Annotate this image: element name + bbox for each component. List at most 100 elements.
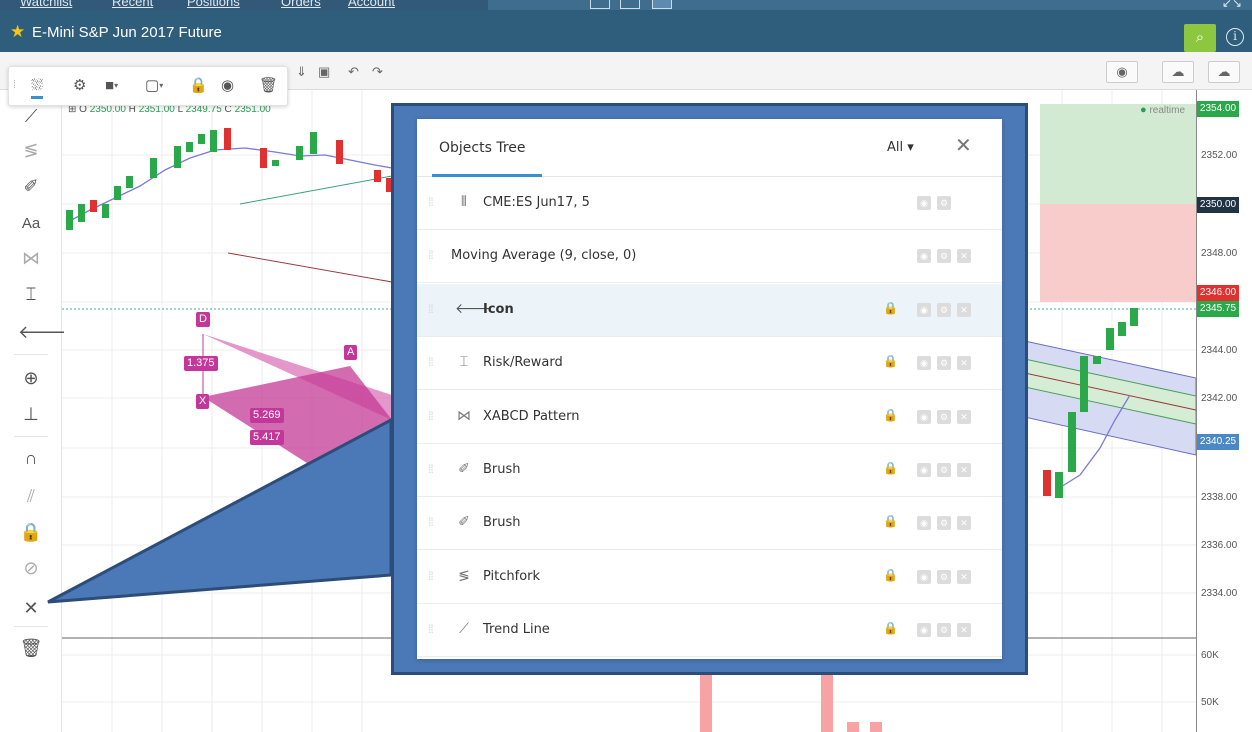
hide-drawings-icon[interactable]: ⊘ [18,556,44,580]
tree-row[interactable]: ⁞⁞ ⫴ CME:ES Jun17, 5 ◉ ⚙ [417,177,1002,230]
trend-line-tool-icon[interactable]: ⟋ [18,104,44,128]
visibility-toggle-icon[interactable]: ◉ [917,356,931,371]
remove-icon[interactable]: ✕ [957,516,971,531]
clone-icon[interactable]: ▢▾ [145,77,163,94]
settings-icon[interactable]: ⚙ [937,356,951,371]
magnet-icon[interactable]: ∩ [18,446,44,470]
lock-icon[interactable]: 🔒 [883,514,898,528]
settings-icon[interactable]: ⚙ [937,463,951,477]
brush-tool-icon[interactable]: ✐ [18,174,44,198]
drag-handle-icon[interactable]: ⁞⁞ [428,409,434,423]
tree-row-label: Moving Average (9, close, 0) [451,248,637,264]
lock-icon[interactable]: 🔒 [883,408,898,422]
visibility-toggle-icon[interactable]: ◉ [917,463,931,477]
risk-zone [1040,204,1196,302]
settings-icon[interactable]: ⚙ [937,516,951,531]
objects-tree-panel: Objects Tree All ▾ ✕ ⁞⁞ ⫴ CME:ES Jun17, 5 ◉… [417,119,1002,659]
visibility-toggle-icon[interactable]: ◉ [917,302,931,317]
visibility-toggle-icon[interactable]: ◉ [917,623,931,638]
drag-handle-icon[interactable]: ⁞⁞ [428,569,434,583]
tree-row[interactable]: ⁞⁞ ⋈ XABCD Pattern 🔒 ◉ ⚙ ✕ [417,391,1002,444]
tree-row[interactable]: ⁞⁞ ✐ Brush 🔒 ◉ ⚙ ✕ [417,497,1002,551]
lock-drawings-icon[interactable]: 🔒 [18,520,44,544]
settings-icon[interactable]: ⚙ [937,409,951,424]
settings-icon[interactable]: ⚙ [937,302,951,317]
lock-icon[interactable]: 🔒 [189,78,208,94]
arrow-icon-tool[interactable]: 🡐 [18,320,66,344]
drag-handle-icon[interactable]: ⁞⁞ [428,248,434,262]
remove-icon[interactable]: ✕ [957,302,971,317]
settings-gear-icon[interactable]: ⚙ [73,78,86,94]
visibility-toggle-icon[interactable]: ◉ [917,249,931,264]
drag-handle-icon[interactable]: ⁞⁞ [428,355,434,369]
drag-handle-icon[interactable]: ⁞⁞ [428,195,434,209]
price-axis[interactable] [1196,90,1252,732]
settings-icon[interactable]: ⚙ [937,569,951,584]
realtime-dot-icon: ● [1140,104,1147,116]
lock-icon[interactable]: 🔒 [883,621,898,635]
visibility-eye-icon[interactable]: ◉ [221,78,234,94]
remove-icon[interactable]: ✕ [957,623,971,638]
drag-handle-icon[interactable]: ⁞ [13,79,16,91]
tree-row[interactable]: ⁞⁞ 🡐 Icon 🔒 ◉ ⚙ ✕ [417,283,1002,337]
measure-ruler-icon[interactable]: ⊥ [18,402,44,426]
tree-row[interactable]: ⁞⁞ Moving Average (9, close, 0) ◉ ⚙ ✕ [417,230,1002,284]
risk-reward-icon: ⌶ [459,353,469,370]
pattern-ratio-3: 5.417 [250,430,284,445]
drag-handle-icon[interactable]: ⁞⁞ [428,622,434,636]
tree-row[interactable]: ⁞⁞ ⌶ Risk/Reward 🔒 ◉ ⚙ ✕ [417,337,1002,391]
price-tick: 2344.00 [1201,345,1238,356]
arrow-left-icon: 🡐 [455,299,493,316]
line-color-icon[interactable]: ■▾ [105,77,118,94]
pattern-ratio-1: 1.375 [184,356,218,371]
filter-dropdown[interactable]: All ▾ [887,140,914,155]
trash-icon[interactable]: 🗑 [18,636,44,660]
visibility-toggle-icon[interactable]: ◉ [917,196,931,210]
measure-tool-icon[interactable]: ⌶ [18,282,44,306]
remove-icon[interactable]: ✕ [957,249,971,264]
settings-icon[interactable]: ⚙ [937,249,951,264]
remove-icon[interactable]: ✕ [957,409,971,424]
price-badge-2350: 2350.00 [1197,197,1239,213]
xabcd-pattern-icon: ⋈ [457,406,471,423]
settings-icon[interactable]: ⚙ [937,623,951,638]
realtime-indicator: ● realtime [1140,104,1185,116]
volume-tick: 60K [1201,650,1219,661]
reward-zone [1040,104,1196,204]
objects-tree-header: Objects Tree All ▾ ✕ [417,119,1002,177]
visibility-toggle-icon[interactable]: ◉ [917,409,931,424]
brush-icon: ✐ [458,460,470,476]
zoom-in-icon[interactable]: ⊕ [18,366,44,390]
tree-row[interactable]: ⁞⁞ ⟋ Trend Line 🔒 ◉ ⚙ ✕ [417,604,1002,658]
pattern-ratio-2: 5.269 [250,408,284,423]
lock-icon[interactable]: 🔒 [883,301,898,315]
remove-icon[interactable]: ✕ [957,356,971,371]
text-tool-icon[interactable]: Aa [18,212,44,236]
pitchfork-tool-icon[interactable]: ≶ [18,138,44,162]
remove-icon[interactable]: ✕ [957,463,971,477]
remove-icon[interactable]: ✕ [957,569,971,584]
objects-tree-title[interactable]: Objects Tree [439,140,526,156]
xabcd-triangle-2 [203,366,392,470]
trend-line-icon: ⟋ [459,620,469,637]
close-icon[interactable]: ✕ [955,135,972,155]
pattern-tool-icon[interactable]: ⋈ [18,246,44,270]
drag-handle-icon[interactable]: ⁞⁞ [428,302,434,316]
drag-handle-icon[interactable]: ⁞⁞ [428,462,434,476]
price-tick: 2338.00 [1201,492,1238,503]
price-tick: 2352.00 [1201,150,1238,161]
lock-icon[interactable]: 🔒 [883,568,898,582]
lock-icon[interactable]: 🔒 [883,461,898,475]
remove-drawings-icon[interactable]: ✕ [18,596,44,620]
tree-row[interactable]: ⁞⁞ ≶ Pitchfork 🔒 ◉ ⚙ ✕ [417,551,1002,604]
fill-color-icon[interactable]: ⛆ [31,78,44,99]
visibility-toggle-icon[interactable]: ◉ [917,516,931,531]
drag-handle-icon[interactable]: ⁞⁞ [428,515,434,529]
settings-icon[interactable]: ⚙ [937,196,951,210]
stay-drawing-icon[interactable]: ⫽ [18,484,44,508]
volume-bars [700,668,882,732]
visibility-toggle-icon[interactable]: ◉ [917,569,931,584]
delete-icon[interactable]: 🗑 [259,78,278,94]
tree-row[interactable]: ⁞⁞ ✐ Brush 🔒 ◉ ⚙ ✕ [417,444,1002,497]
lock-icon[interactable]: 🔒 [883,354,898,368]
